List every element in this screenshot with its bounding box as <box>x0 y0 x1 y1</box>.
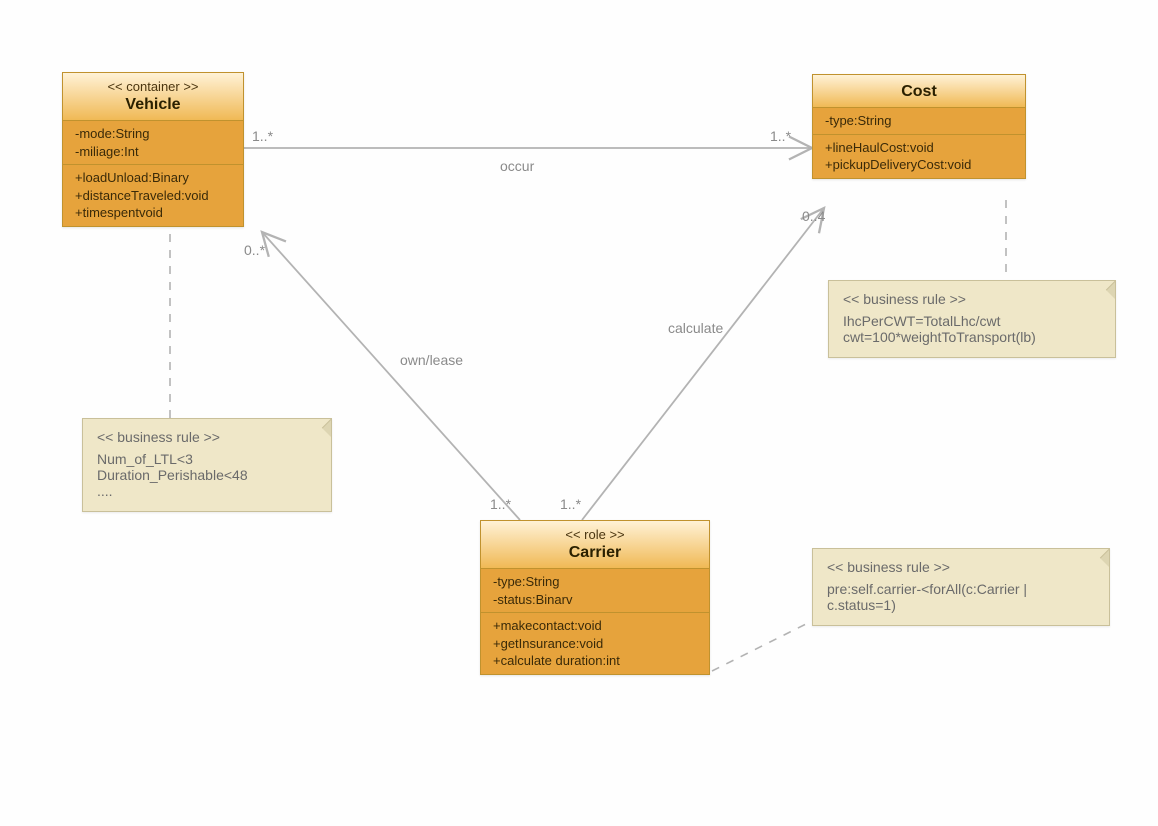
edge-label-ownlease: own/lease <box>400 352 463 368</box>
attr-row: -mode:String <box>71 125 235 143</box>
mult-ownlease-top: 0..* <box>244 242 265 258</box>
vehicle-header: << container >> Vehicle <box>63 73 243 121</box>
attr-row: -miliage:Int <box>71 143 235 161</box>
note-vehicle-rule: << business rule >> Num_of_LTL<3 Duratio… <box>82 418 332 512</box>
carrier-attributes: -type:String -status:Binarv <box>481 569 709 613</box>
uml-class-cost: Cost -type:String +lineHaulCost:void +pi… <box>812 74 1026 179</box>
cost-header: Cost <box>813 75 1025 108</box>
vehicle-operations: +loadUnload:Binary +distanceTraveled:voi… <box>63 165 243 226</box>
note-stereo: << business rule >> <box>827 559 1095 575</box>
note-line: IhcPerCWT=TotalLhc/cwt <box>843 313 1101 329</box>
vehicle-stereotype: << container >> <box>73 79 233 94</box>
cost-name: Cost <box>823 83 1015 101</box>
vehicle-attributes: -mode:String -miliage:Int <box>63 121 243 165</box>
mult-ownlease-bottom: 1..* <box>490 496 511 512</box>
attr-row: -status:Binarv <box>489 591 701 609</box>
edge-label-calculate: calculate <box>668 320 723 336</box>
mult-occur-left: 1..* <box>252 128 273 144</box>
cost-attributes: -type:String <box>813 108 1025 135</box>
op-row: +lineHaulCost:void <box>821 139 1017 157</box>
op-row: +calculate duration:int <box>489 652 701 670</box>
note-stereo: << business rule >> <box>843 291 1101 307</box>
carrier-header: << role >> Carrier <box>481 521 709 569</box>
op-row: +timespentvoid <box>71 204 235 222</box>
note-line: Num_of_LTL<3 <box>97 451 317 467</box>
vehicle-name: Vehicle <box>73 96 233 114</box>
note-line: cwt=100*weightToTransport(lb) <box>843 329 1101 345</box>
mult-occur-right: 1..* <box>770 128 791 144</box>
uml-class-vehicle: << container >> Vehicle -mode:String -mi… <box>62 72 244 227</box>
cost-operations: +lineHaulCost:void +pickupDeliveryCost:v… <box>813 135 1025 178</box>
op-row: +makecontact:void <box>489 617 701 635</box>
note-line: c.status=1) <box>827 597 1095 613</box>
carrier-operations: +makecontact:void +getInsurance:void +ca… <box>481 613 709 674</box>
op-row: +loadUnload:Binary <box>71 169 235 187</box>
mult-calculate-top: 0..4 <box>802 208 825 224</box>
note-carrier-rule: << business rule >> pre:self.carrier-<fo… <box>812 548 1110 626</box>
note-line: Duration_Perishable<48 <box>97 467 317 483</box>
carrier-stereotype: << role >> <box>491 527 699 542</box>
note-stereo: << business rule >> <box>97 429 317 445</box>
uml-class-carrier: << role >> Carrier -type:String -status:… <box>480 520 710 675</box>
op-row: +getInsurance:void <box>489 635 701 653</box>
note-cost-rule: << business rule >> IhcPerCWT=TotalLhc/c… <box>828 280 1116 358</box>
carrier-name: Carrier <box>491 544 699 562</box>
mult-calculate-bottom: 1..* <box>560 496 581 512</box>
attr-row: -type:String <box>821 112 1017 130</box>
note-line: .... <box>97 483 317 499</box>
attr-row: -type:String <box>489 573 701 591</box>
op-row: +distanceTraveled:void <box>71 187 235 205</box>
note-line: pre:self.carrier-<forAll(c:Carrier | <box>827 581 1095 597</box>
op-row: +pickupDeliveryCost:void <box>821 156 1017 174</box>
edge-label-occur: occur <box>500 158 534 174</box>
